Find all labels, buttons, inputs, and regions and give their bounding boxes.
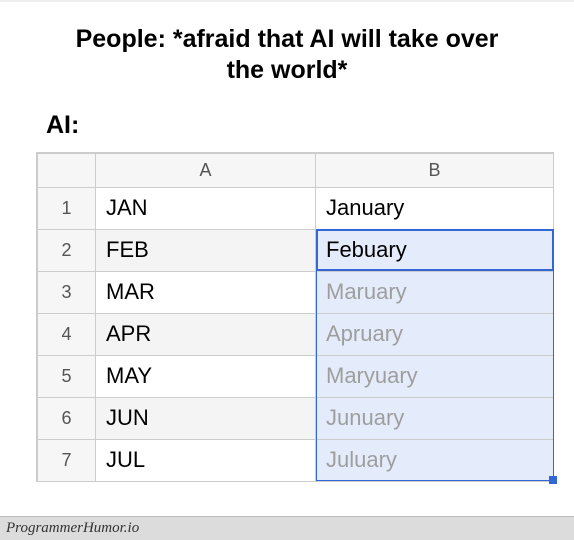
- cell-a[interactable]: JUN: [96, 397, 316, 439]
- ai-label: AI:: [46, 111, 574, 140]
- cell-a[interactable]: APR: [96, 313, 316, 355]
- cell-a[interactable]: JAN: [96, 187, 316, 229]
- spreadsheet[interactable]: A B 1JANJanuary2FEBFebuary3MARMaruary4AP…: [36, 152, 554, 482]
- table-row: 4APRApruary: [38, 313, 554, 355]
- cell-a[interactable]: MAR: [96, 271, 316, 313]
- row-header[interactable]: 3: [38, 271, 96, 313]
- table-row: 3MARMaruary: [38, 271, 554, 313]
- cell-b[interactable]: Juluary: [316, 439, 554, 481]
- cell-b[interactable]: Apruary: [316, 313, 554, 355]
- table-row: 7JULJuluary: [38, 439, 554, 481]
- cell-a[interactable]: MAY: [96, 355, 316, 397]
- column-header-a[interactable]: A: [96, 153, 316, 187]
- cell-a[interactable]: FEB: [96, 229, 316, 271]
- table-row: 5MAYMaryuary: [38, 355, 554, 397]
- cell-b[interactable]: Maruary: [316, 271, 554, 313]
- column-header-b[interactable]: B: [316, 153, 554, 187]
- row-header[interactable]: 1: [38, 187, 96, 229]
- row-header[interactable]: 2: [38, 229, 96, 271]
- row-header[interactable]: 5: [38, 355, 96, 397]
- table-row: 6JUNJunuary: [38, 397, 554, 439]
- row-header[interactable]: 7: [38, 439, 96, 481]
- table-row: 1JANJanuary: [38, 187, 554, 229]
- table-row: 2FEBFebuary: [38, 229, 554, 271]
- cell-a[interactable]: JUL: [96, 439, 316, 481]
- cell-b[interactable]: Maryuary: [316, 355, 554, 397]
- cell-b[interactable]: Febuary: [316, 229, 554, 271]
- cell-b[interactable]: Junuary: [316, 397, 554, 439]
- cell-b[interactable]: January: [316, 187, 554, 229]
- caption-line-1: People: *afraid that AI will take over: [30, 24, 544, 55]
- column-header-row: A B: [38, 153, 554, 187]
- meme-caption: People: *afraid that AI will take over t…: [0, 2, 574, 93]
- row-header[interactable]: 4: [38, 313, 96, 355]
- row-header[interactable]: 6: [38, 397, 96, 439]
- caption-line-2: the world*: [30, 55, 544, 86]
- corner-cell[interactable]: [38, 153, 96, 187]
- watermark: ProgrammerHumor.io: [0, 516, 574, 540]
